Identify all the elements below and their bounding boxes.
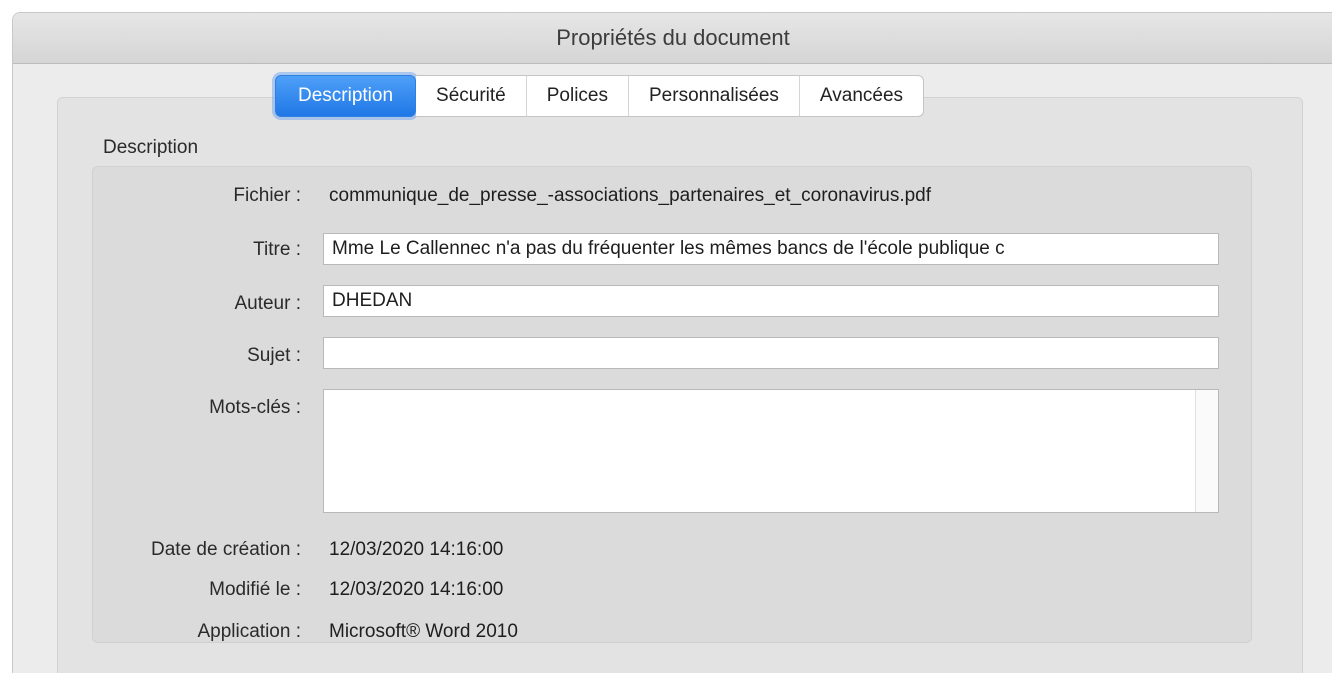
tab-bar: Description Sécurité Polices Personnalis… xyxy=(275,75,925,117)
modifie-le-value: 12/03/2020 14:16:00 xyxy=(329,579,504,600)
date-creation-label: Date de création : xyxy=(151,539,301,560)
titre-field[interactable]: Mme Le Callennec n'a pas du fréquenter l… xyxy=(323,233,1219,265)
application-value: Microsoft® Word 2010 xyxy=(329,621,518,642)
tab-description[interactable]: Description xyxy=(275,75,417,117)
tab-polices[interactable]: Polices xyxy=(526,75,629,117)
modifie-le-label: Modifié le : xyxy=(209,579,301,600)
window-title: Propriétés du document xyxy=(13,13,1332,64)
document-properties-window: Propriétés du document Description Sécur… xyxy=(12,12,1332,673)
tab-personnalisees[interactable]: Personnalisées xyxy=(629,75,800,117)
application-label: Application : xyxy=(197,621,301,642)
date-creation-value: 12/03/2020 14:16:00 xyxy=(329,539,504,560)
description-group-label: Description xyxy=(103,137,199,158)
sujet-field[interactable] xyxy=(323,337,1219,369)
fichier-value: communique_de_presse_-associations_parte… xyxy=(329,185,932,206)
fichier-label: Fichier : xyxy=(233,185,301,206)
auteur-label: Auteur : xyxy=(234,293,301,314)
titre-label: Titre : xyxy=(253,239,301,260)
mots-cles-textarea[interactable] xyxy=(323,389,1219,513)
tab-securite[interactable]: Sécurité xyxy=(416,75,527,117)
sujet-label: Sujet : xyxy=(247,345,301,366)
mots-cles-label: Mots-clés : xyxy=(209,397,301,418)
tab-avancees[interactable]: Avancées xyxy=(799,75,925,117)
mots-cles-scrollbar[interactable] xyxy=(1195,390,1218,512)
auteur-field[interactable]: DHEDAN xyxy=(323,285,1219,317)
